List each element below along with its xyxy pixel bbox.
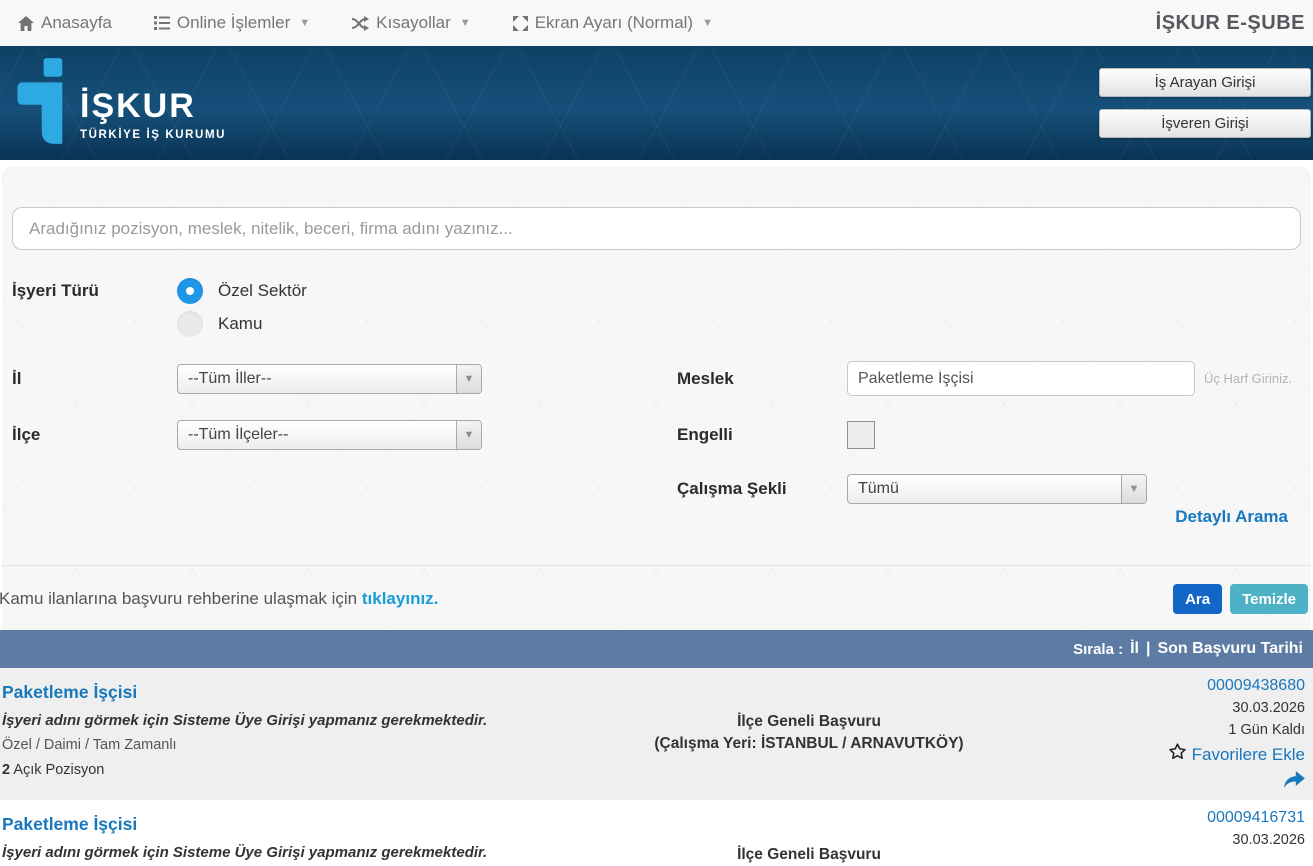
- calisma-sekli-select[interactable]: Tümü ▼: [847, 474, 1147, 504]
- job-deadline: 30.03.2026: [1232, 698, 1305, 718]
- positions-label: Açık Pozisyon: [13, 762, 104, 778]
- meslek-hint: Üç Harf Giriniz.: [1204, 371, 1292, 386]
- search-panel: İşyeri Türü Özel Sektör Kamu: [2, 167, 1311, 630]
- add-to-favorites-link[interactable]: Favorilere Ekle: [1168, 742, 1305, 767]
- kamu-info-line: Kamu ilanlarına başvuru rehberine ulaşma…: [0, 589, 438, 609]
- nav-kisayollar-label: Kısayollar: [376, 13, 451, 33]
- engelli-checkbox[interactable]: [847, 421, 875, 449]
- il-select[interactable]: --Tüm İller-- ▼: [177, 364, 482, 394]
- ara-button[interactable]: Ara: [1173, 584, 1222, 614]
- kamu-info-text: Kamu ilanlarına başvuru rehberine ulaşma…: [0, 589, 357, 608]
- star-icon: [1168, 742, 1187, 767]
- job-id-link[interactable]: 00009438680: [1207, 676, 1305, 696]
- calisma-sekli-label: Çalışma Şekli: [677, 479, 847, 499]
- chevron-down-icon: ▼: [702, 17, 713, 29]
- ilce-select-value: --Tüm İlçeler--: [178, 426, 288, 444]
- il-label: İl: [12, 369, 177, 389]
- nav-online-islemler-label: Online İşlemler: [177, 13, 290, 33]
- job-result-row: Paketleme İşçisi İşyeri adını görmek içi…: [0, 800, 1313, 866]
- il-select-value: --Tüm İller--: [178, 370, 272, 388]
- job-result-row: Paketleme İşçisi İşyeri adını görmek içi…: [0, 668, 1313, 800]
- sort-bar: Sırala : İl | Son Başvuru Tarihi: [0, 630, 1313, 668]
- radio-kamu[interactable]: Kamu: [177, 311, 307, 337]
- dropdown-arrow-icon: ▼: [456, 365, 481, 393]
- sort-by-deadline-link[interactable]: Son Başvuru Tarihi: [1157, 640, 1303, 658]
- job-login-note: İşyeri adını görmek için Sisteme Üye Gir…: [2, 712, 609, 729]
- sort-prefix: Sırala :: [1073, 641, 1123, 658]
- hero-header: İŞKUR TÜRKİYE İŞ KURUMU İş Arayan Girişi…: [0, 46, 1313, 160]
- dropdown-arrow-icon: ▼: [456, 421, 481, 449]
- login-buttons: İş Arayan Girişi İşveren Girişi: [1099, 68, 1311, 138]
- search-form: İşyeri Türü Özel Sektör Kamu: [2, 250, 1311, 539]
- sort-separator: |: [1146, 640, 1150, 658]
- page: Anasayfa Online İşlemler ▼ Kısayollar ▼ …: [0, 0, 1313, 866]
- sort-by-il-link[interactable]: İl: [1130, 640, 1139, 658]
- ilce-select[interactable]: --Tüm İlçeler-- ▼: [177, 420, 482, 450]
- home-icon: [18, 16, 34, 31]
- list-icon: [154, 16, 170, 30]
- screen-resize-icon: [513, 16, 528, 31]
- detayli-arama-link[interactable]: Detaylı Arama: [1175, 507, 1288, 526]
- nav-ekran-ayari[interactable]: Ekran Ayarı (Normal) ▼: [513, 13, 713, 33]
- radio-ozel-sektor-label: Özel Sektör: [218, 281, 307, 301]
- engelli-label: Engelli: [677, 425, 847, 445]
- job-id-link[interactable]: 00009416731: [1207, 808, 1305, 828]
- nav-ekran-ayari-label: Ekran Ayarı (Normal): [535, 13, 693, 33]
- isyeri-turu-label: İşyeri Türü: [12, 278, 177, 301]
- temizle-button[interactable]: Temizle: [1230, 584, 1308, 614]
- share-icon: [1283, 778, 1305, 793]
- calisma-sekli-select-value: Tümü: [848, 480, 899, 498]
- logo-title: İŞKUR: [80, 89, 226, 123]
- chevron-down-icon: ▼: [299, 17, 310, 29]
- share-button[interactable]: [1283, 771, 1305, 790]
- job-apply-info: İlçe Geneli Başvuru (Çalışma Yeri: İSTAN…: [609, 711, 1009, 755]
- keyword-search-input[interactable]: [12, 207, 1301, 250]
- logo-text: İŞKUR TÜRKİYE İŞ KURUMU: [80, 89, 226, 151]
- favorite-label: Favorilere Ekle: [1192, 744, 1305, 766]
- job-apply-info: İlçe Geneli Başvuru: [609, 808, 1009, 866]
- job-title-link[interactable]: Paketleme İşçisi: [2, 814, 137, 835]
- workplace: (Çalışma Yeri: İSTANBUL / ARNAVUTKÖY): [609, 733, 1009, 755]
- meslek-input[interactable]: [847, 361, 1195, 396]
- radio-kamu-label: Kamu: [218, 314, 262, 334]
- meslek-label: Meslek: [677, 369, 847, 389]
- ilce-label: İlçe: [12, 425, 177, 445]
- nav-online-islemler[interactable]: Online İşlemler ▼: [154, 13, 310, 33]
- apply-scope: İlçe Geneli Başvuru: [609, 711, 1009, 733]
- dropdown-arrow-icon: ▼: [1121, 475, 1146, 503]
- iskur-logo: İŞKUR TÜRKİYE İŞ KURUMU: [10, 56, 226, 151]
- job-open-positions: 2 Açık Pozisyon: [2, 762, 609, 778]
- nav-kisayollar[interactable]: Kısayollar ▼: [352, 13, 471, 33]
- apply-scope: İlçe Geneli Başvuru: [609, 844, 1009, 866]
- positions-count: 2: [2, 762, 10, 778]
- job-seeker-login-button[interactable]: İş Arayan Girişi: [1099, 68, 1311, 97]
- eshube-brand-title: İŞKUR E-ŞUBE: [1156, 12, 1305, 35]
- job-login-note: İşyeri adını görmek için Sisteme Üye Gir…: [2, 844, 609, 861]
- iskur-logo-icon: [10, 56, 66, 151]
- radio-ozel-sektor[interactable]: Özel Sektör: [177, 278, 307, 304]
- nav-home-label: Anasayfa: [41, 13, 112, 33]
- job-days-left: 1 Gün Kaldı: [1228, 720, 1305, 740]
- job-title-link[interactable]: Paketleme İşçisi: [2, 682, 137, 703]
- tiklayiniz-link[interactable]: tıklayınız.: [362, 589, 439, 608]
- logo-subtitle: TÜRKİYE İŞ KURUMU: [80, 129, 226, 141]
- radio-unselected-icon: [177, 311, 203, 337]
- employer-login-button[interactable]: İşveren Girişi: [1099, 109, 1311, 138]
- shuffle-icon: [352, 16, 369, 31]
- chevron-down-icon: ▼: [460, 17, 471, 29]
- job-deadline: 30.03.2026: [1232, 830, 1305, 850]
- action-bar: Kamu ilanlarına başvuru rehberine ulaşma…: [2, 565, 1311, 630]
- nav-home[interactable]: Anasayfa: [18, 13, 112, 33]
- top-navbar: Anasayfa Online İşlemler ▼ Kısayollar ▼ …: [0, 0, 1313, 46]
- radio-selected-icon: [177, 278, 203, 304]
- job-meta: Özel / Daimi / Tam Zamanlı: [2, 737, 609, 753]
